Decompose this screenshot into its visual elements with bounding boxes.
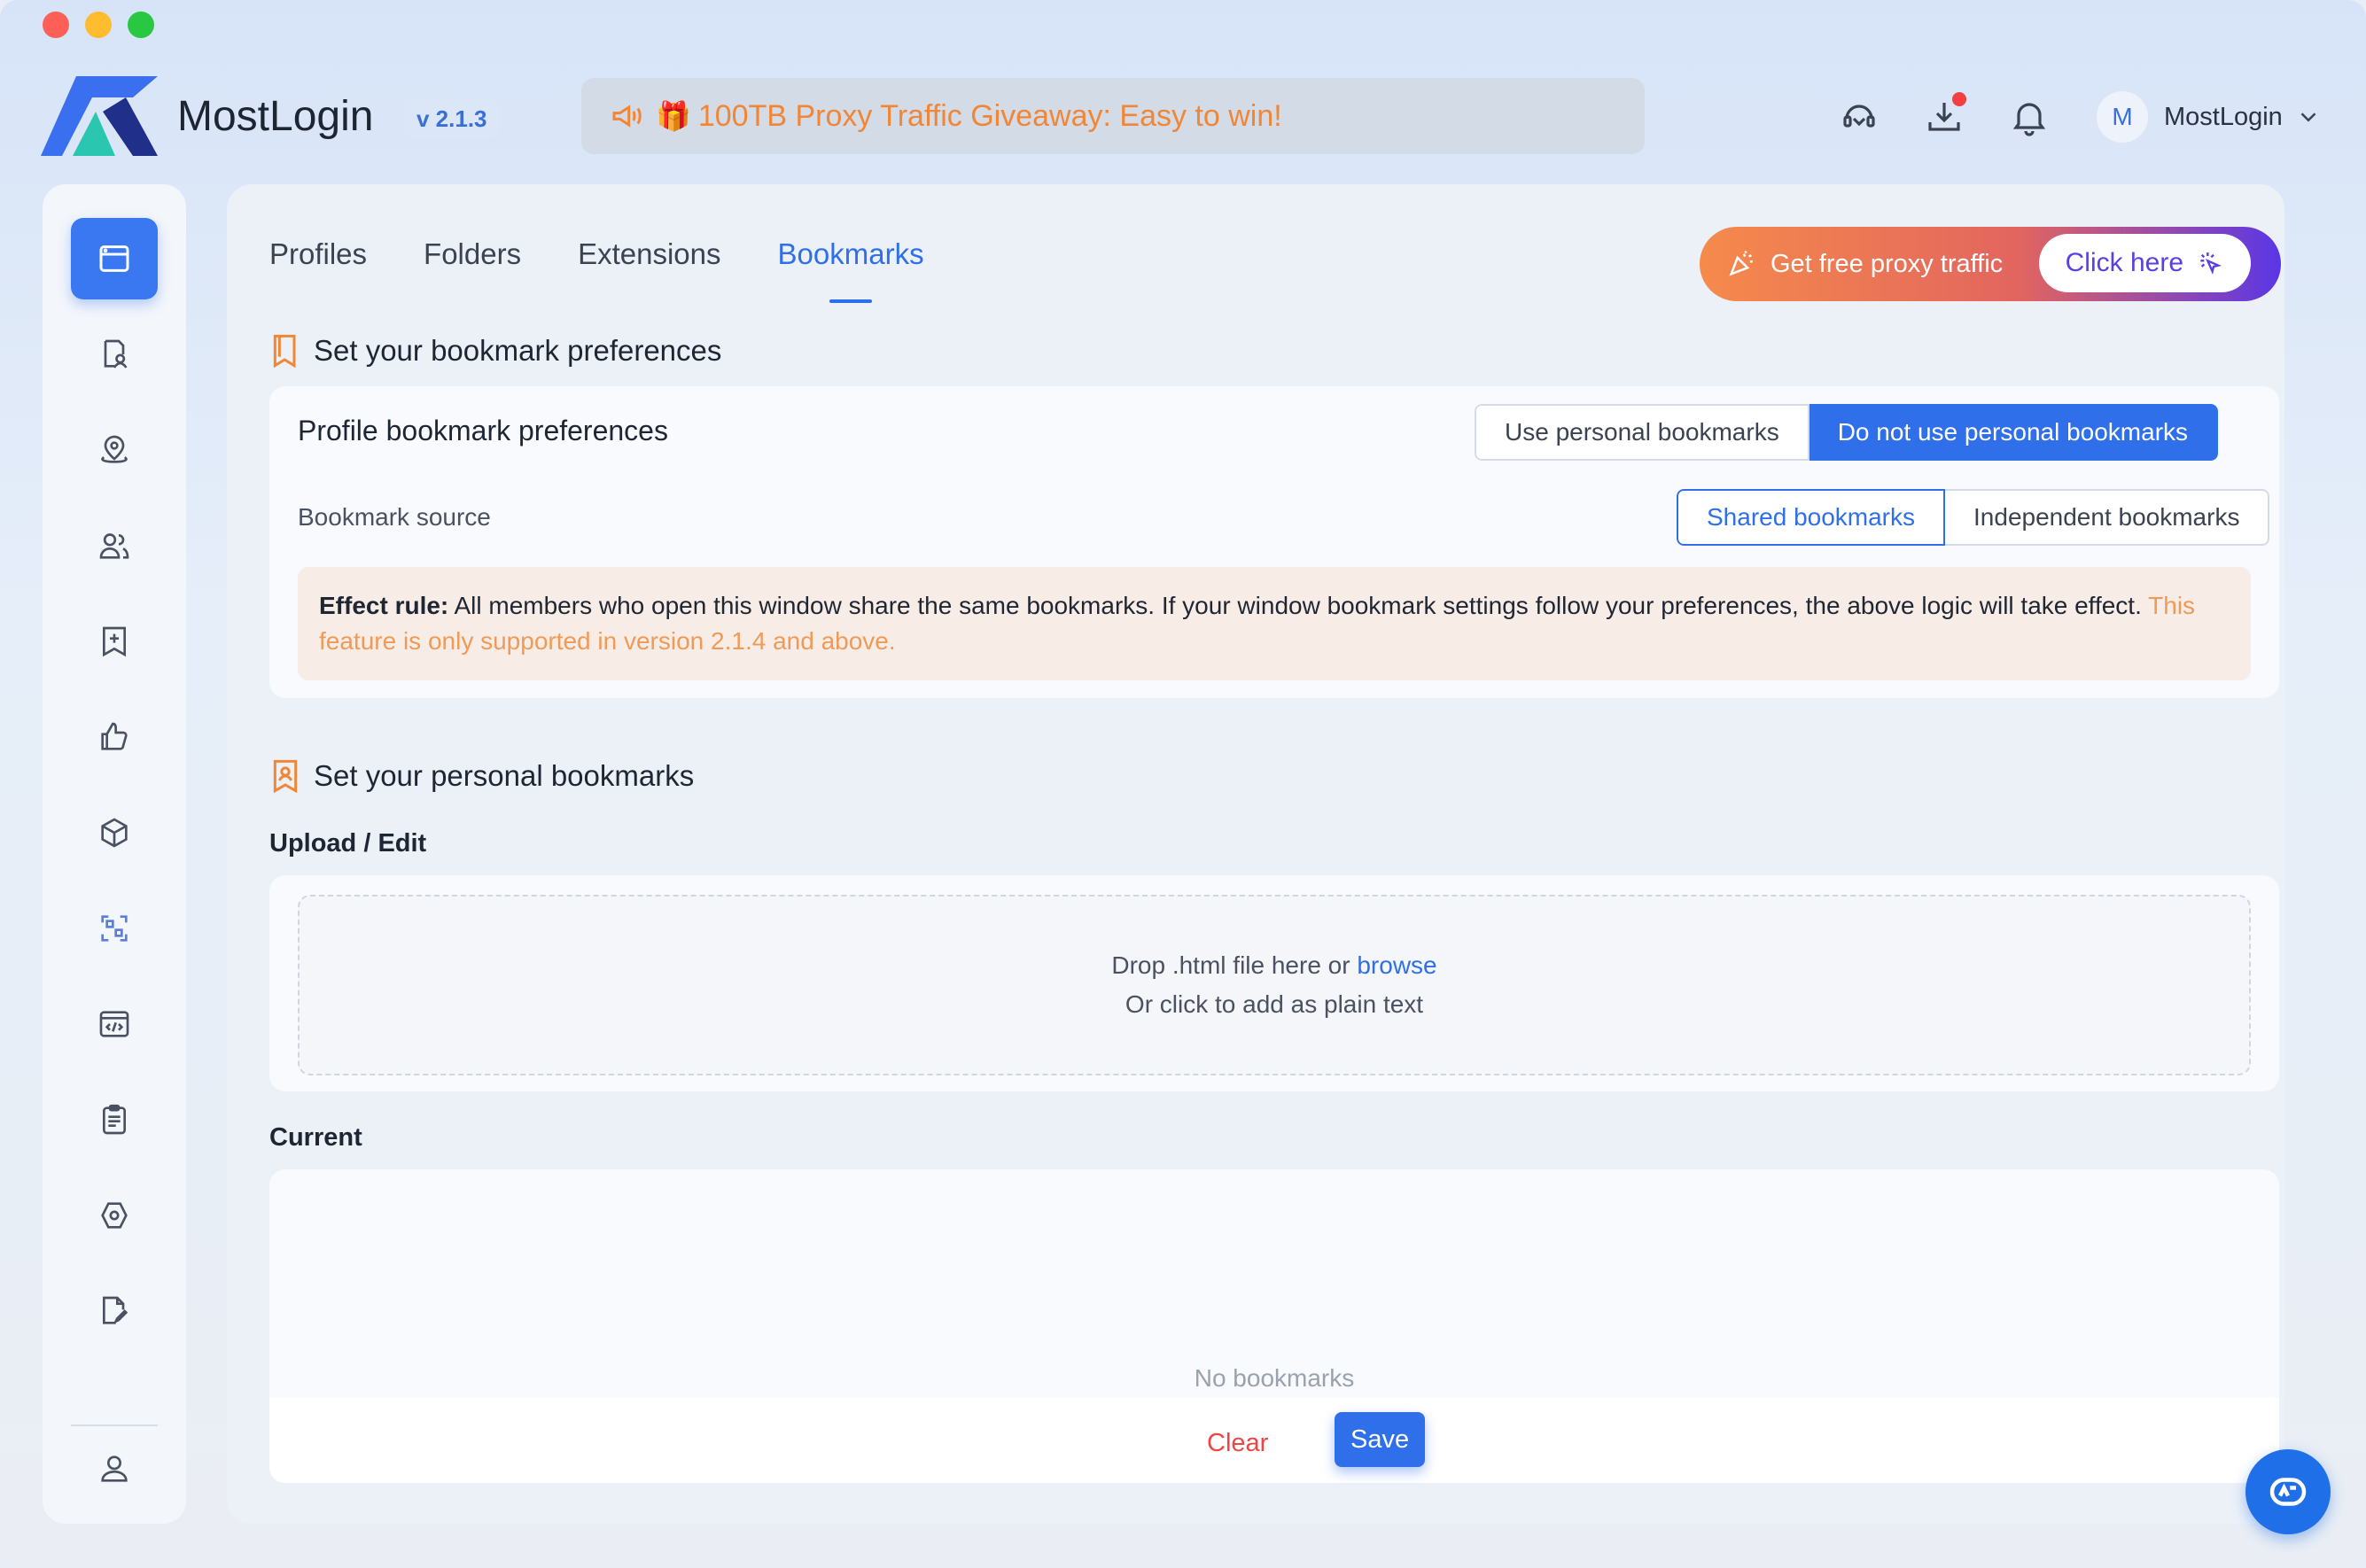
click-here-button[interactable]: Click here	[2038, 234, 2251, 292]
location-pin-icon	[101, 435, 128, 463]
effect-rule-notice: Effect rule: All members who open this w…	[298, 567, 2251, 680]
click-here-label: Click here	[2065, 248, 2183, 277]
chat-assistant-button[interactable]	[2245, 1449, 2331, 1534]
current-bookmarks-card: No bookmarks Clear Save	[269, 1169, 2279, 1483]
sidebar-item-settings[interactable]	[71, 1175, 158, 1256]
personal-bookmarks-toggle: Use personal bookmarks Do not use person…	[1475, 404, 2219, 461]
thumbs-up-icon	[101, 722, 128, 750]
independent-bookmarks-option[interactable]: Independent bookmarks	[1945, 489, 2270, 546]
upload-edit-label: Upload / Edit	[269, 829, 427, 858]
preferences-title-text: Set your bookmark preferences	[314, 334, 722, 367]
sidebar-item-team[interactable]	[71, 505, 158, 586]
sidebar-item-account[interactable]	[71, 1428, 158, 1510]
cursor-click-icon	[2200, 252, 2222, 276]
version-badge: v 2.1.3	[404, 99, 500, 138]
megaphone-icon	[612, 105, 642, 128]
app-name: MostLogin	[177, 93, 374, 140]
title-bar	[0, 0, 2366, 50]
sidebar-divider	[71, 1424, 158, 1426]
bell-icon[interactable]	[2008, 96, 2051, 138]
announcement-text: 100TB Proxy Traffic Giveaway: Easy to wi…	[697, 98, 1282, 133]
sidebar-item-proxies[interactable]	[71, 409, 158, 491]
user-bookmark-icon	[273, 759, 298, 794]
personal-title-text: Set your personal bookmarks	[314, 759, 695, 792]
tab-folders[interactable]: Folders	[424, 237, 521, 289]
action-footer: Clear Save	[269, 1398, 2279, 1483]
avatar: M	[2095, 89, 2150, 144]
tab-bar: Profiles Folders Extensions Bookmarks	[269, 237, 981, 289]
edit-doc-icon	[103, 1296, 128, 1324]
tab-extensions[interactable]: Extensions	[578, 237, 720, 289]
tab-profiles[interactable]: Profiles	[269, 237, 367, 289]
user-name: MostLogin	[2164, 102, 2283, 131]
browse-link[interactable]: browse	[1357, 951, 1436, 979]
sidebar-item-layout[interactable]	[71, 888, 158, 969]
personal-section-title: Set your personal bookmarks	[269, 758, 694, 794]
effect-rule-title: Effect rule:	[319, 592, 449, 619]
bookmark-drop-zone[interactable]: Drop .html file here or browse Or click …	[298, 895, 2251, 1075]
promo-text: Get free proxy traffic	[1771, 249, 2004, 278]
browser-window-icon	[99, 245, 129, 272]
layout-grid-icon	[101, 915, 128, 942]
free-proxy-promo[interactable]: Get free proxy traffic Click here	[1700, 227, 2281, 301]
effect-rule-text: All members who open this window share t…	[448, 592, 2142, 619]
robot-icon	[2269, 1478, 2307, 1506]
support-icon[interactable]	[1838, 96, 1880, 138]
app-header: MostLogin v 2.1.3 🎁 100TB Proxy Traffic …	[0, 50, 2366, 182]
bookmark-plus-icon	[103, 626, 126, 657]
notification-dot	[1952, 92, 1966, 106]
main-panel: Profiles Folders Extensions Bookmarks Ge…	[227, 184, 2284, 1524]
current-label: Current	[269, 1123, 362, 1152]
no-personal-bookmarks-option[interactable]: Do not use personal bookmarks	[1809, 404, 2219, 461]
clipboard-icon	[103, 1104, 126, 1135]
sidebar-item-browser[interactable]	[71, 218, 158, 299]
announcement-banner[interactable]: 🎁 100TB Proxy Traffic Giveaway: Easy to …	[581, 78, 1645, 154]
empty-state-text: No bookmarks	[1194, 1364, 1355, 1392]
user-icon	[101, 1455, 128, 1482]
drop-text: Drop .html file here or	[1111, 951, 1350, 979]
save-button[interactable]: Save	[1335, 1412, 1426, 1467]
use-personal-bookmarks-option[interactable]: Use personal bookmarks	[1475, 404, 1810, 461]
close-window-button[interactable]	[43, 12, 69, 38]
gift-icon: 🎁	[656, 100, 691, 132]
maximize-window-button[interactable]	[128, 12, 154, 38]
bookmark-source-toggle: Shared bookmarks Independent bookmarks	[1677, 489, 2270, 546]
sidebar-item-notes[interactable]	[71, 1270, 158, 1352]
shared-bookmarks-option[interactable]: Shared bookmarks	[1677, 489, 1946, 546]
sidebar-item-logs[interactable]	[71, 1079, 158, 1160]
cube-icon	[101, 818, 128, 848]
team-icon	[99, 533, 129, 559]
settings-hex-icon	[101, 1202, 128, 1229]
sidebar-item-profiles[interactable]	[71, 314, 158, 395]
sidebar-item-api[interactable]	[71, 983, 158, 1065]
chevron-down-icon	[2300, 113, 2316, 122]
profile-bookmark-pref-label: Profile bookmark preferences	[298, 415, 668, 446]
bookmark-source-label: Bookmark source	[298, 503, 491, 531]
app-window: MostLogin v 2.1.3 🎁 100TB Proxy Traffic …	[0, 0, 2366, 1568]
tab-bookmarks[interactable]: Bookmarks	[778, 237, 924, 289]
code-window-icon	[99, 1011, 129, 1037]
drop-subtext: Or click to add as plain text	[1125, 990, 1424, 1018]
upload-card: Drop .html file here or browse Or click …	[269, 875, 2279, 1091]
sidebar-item-recommend[interactable]	[71, 696, 158, 778]
user-menu[interactable]: M MostLogin	[2095, 89, 2322, 145]
sidebar-item-bookmarks[interactable]	[71, 601, 158, 682]
preferences-section-title: Set your bookmark preferences	[269, 333, 721, 369]
clear-button[interactable]: Clear	[1195, 1416, 1280, 1471]
sidebar-item-extensions[interactable]	[71, 792, 158, 873]
drop-text-line: Drop .html file here or browse	[1111, 946, 1436, 985]
profile-doc-icon	[104, 339, 128, 369]
mostlogin-logo-icon	[41, 76, 158, 156]
party-popper-icon	[1729, 250, 1753, 276]
sidebar	[43, 184, 186, 1524]
minimize-window-button[interactable]	[85, 12, 112, 38]
bookmark-icon	[273, 334, 296, 369]
preferences-card: Profile bookmark preferences Use persona…	[269, 386, 2279, 698]
